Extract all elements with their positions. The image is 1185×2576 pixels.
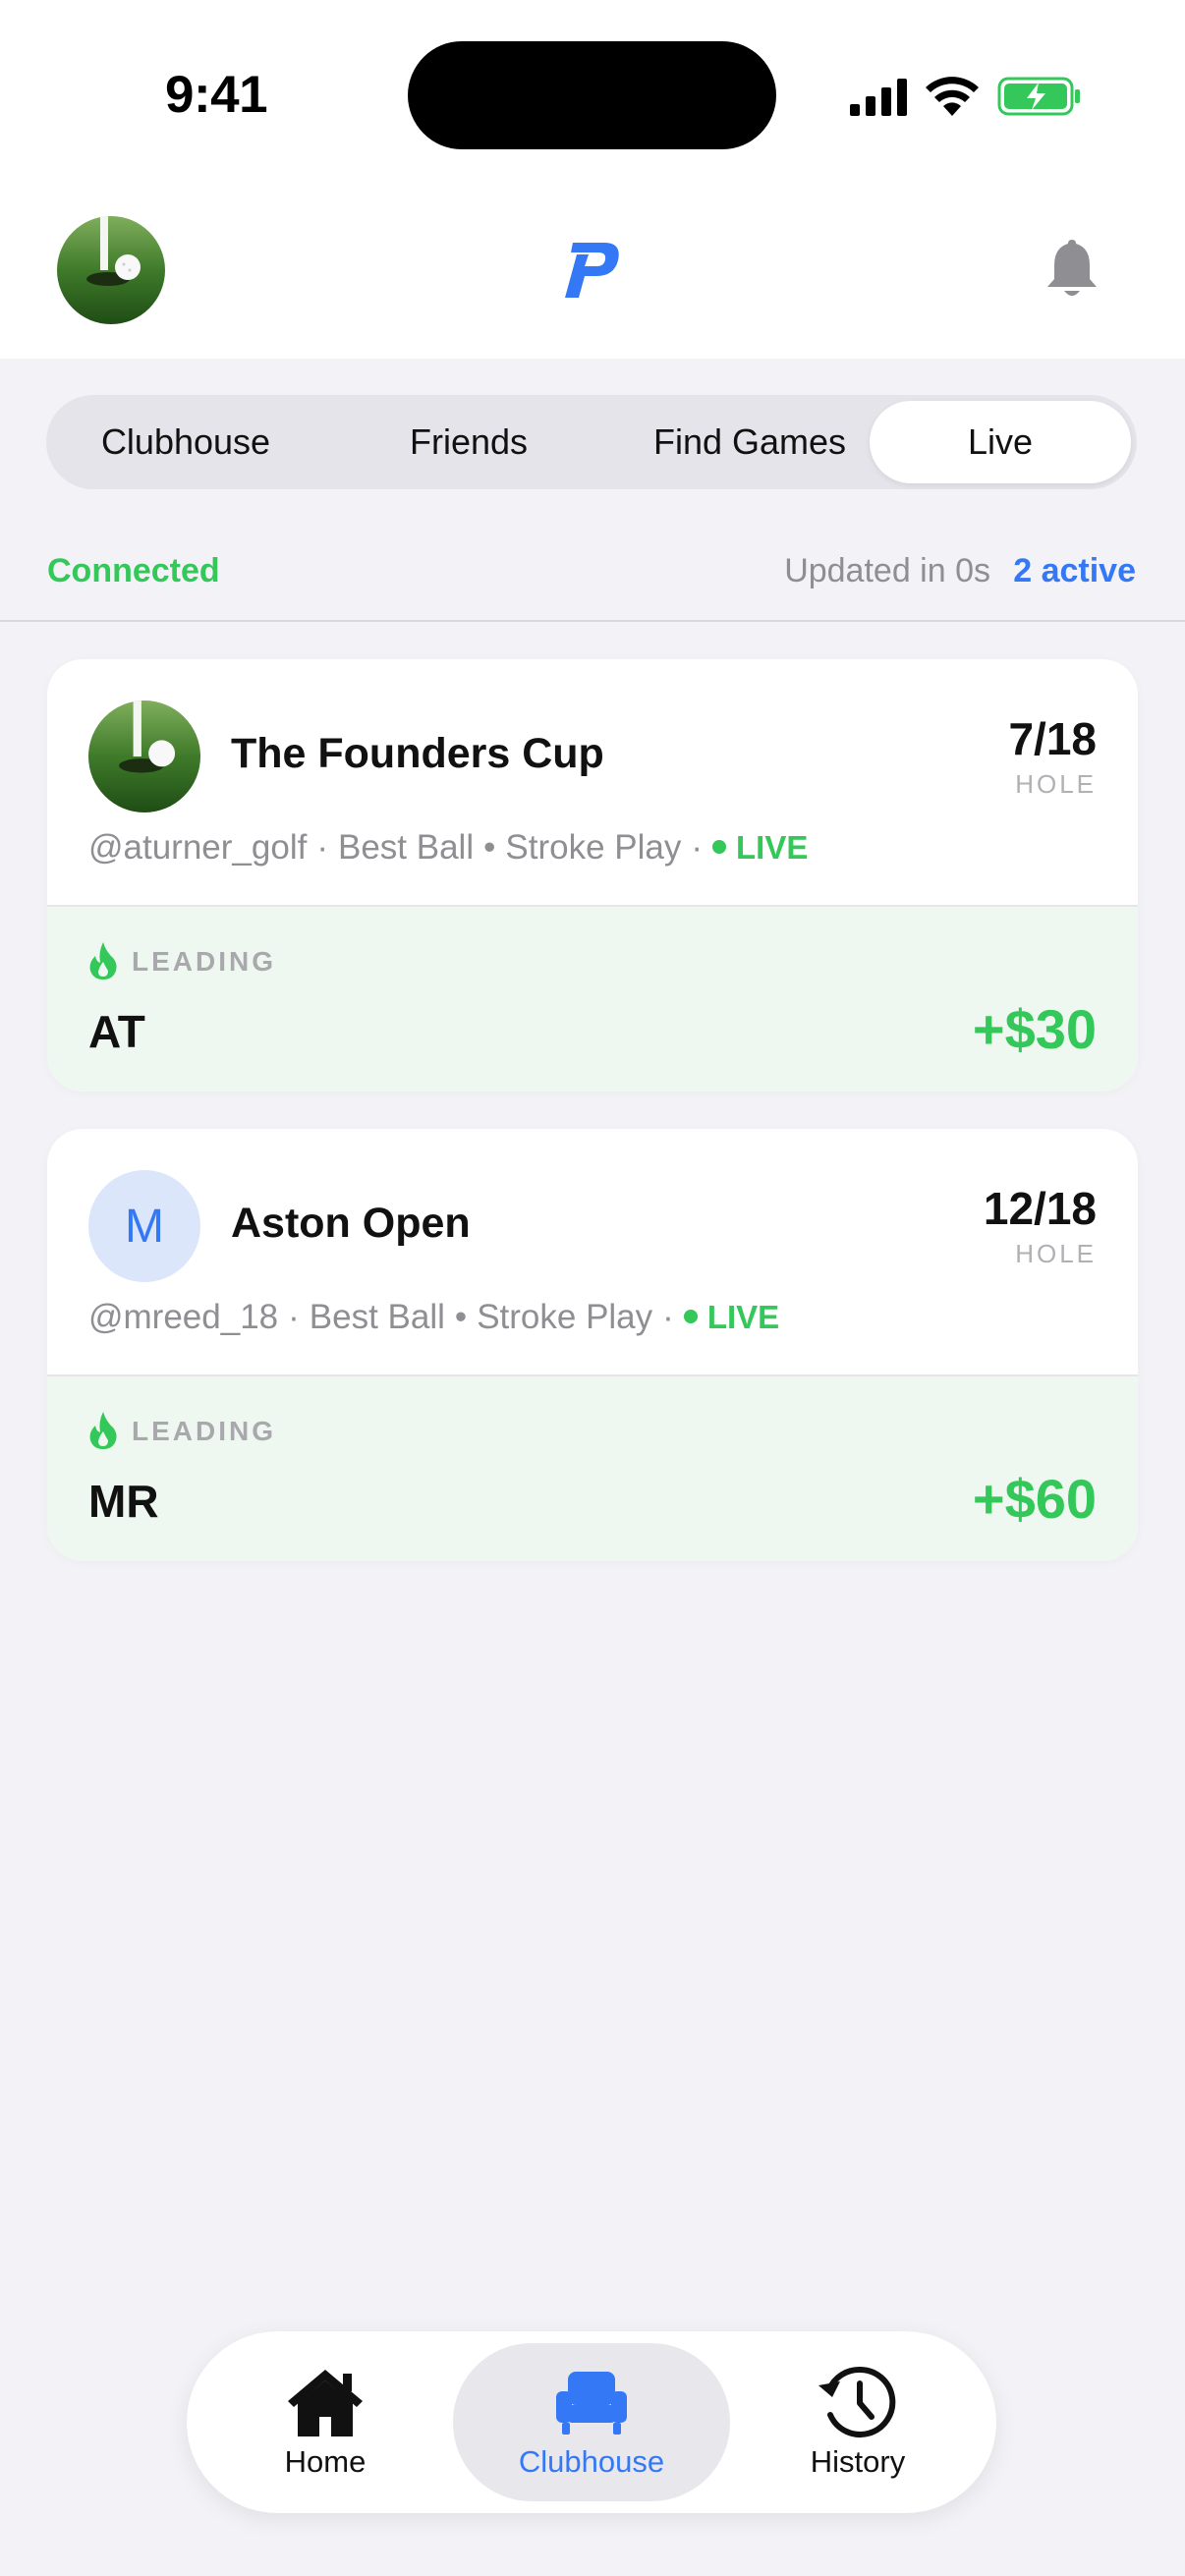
live-badge: LIVE	[736, 829, 809, 866]
game-avatar	[88, 700, 200, 812]
flame-icon	[89, 1412, 117, 1449]
wifi-icon	[926, 77, 979, 116]
nav-history-label: History	[810, 2443, 906, 2479]
game-title: The Founders Cup	[231, 730, 604, 777]
tab-clubhouse[interactable]: Clubhouse	[58, 401, 313, 483]
cellular-signal-icon	[850, 79, 907, 116]
game-meta: @mreed_18 · Best Ball • Stroke Play · LIVE	[88, 1298, 780, 1336]
nav-home-label: Home	[284, 2443, 367, 2479]
hole-label: HOLE	[1015, 1239, 1097, 1268]
history-icon	[818, 2366, 896, 2437]
updated-timer: Updated in 0s	[784, 552, 990, 589]
game-scoring: Stroke Play	[477, 1298, 653, 1336]
host-handle: @aturner_golf	[88, 828, 308, 867]
bottom-nav: Home Clubhouse History	[187, 2331, 996, 2513]
header-area: 9:41	[0, 0, 1185, 359]
game-avatar-initial: M	[88, 1170, 200, 1282]
golf-photo-icon	[88, 700, 200, 812]
game-title: Aston Open	[231, 1200, 471, 1247]
profile-avatar[interactable]	[57, 216, 165, 324]
hole-label: HOLE	[1015, 769, 1097, 799]
battery-charging-icon	[997, 77, 1080, 116]
hole-progress: 12/18	[983, 1183, 1097, 1234]
leading-panel: LEADING AT +$30	[47, 907, 1138, 1092]
dynamic-island	[408, 41, 776, 149]
tab-friends[interactable]: Friends	[341, 401, 596, 483]
leader-initials: MR	[88, 1476, 159, 1527]
leading-panel: LEADING MR +$60	[47, 1376, 1138, 1561]
live-dot-icon	[712, 839, 726, 854]
tab-find-games[interactable]: Find Games	[602, 401, 897, 483]
host-handle: @mreed_18	[88, 1298, 279, 1336]
game-meta: @aturner_golf · Best Ball • Stroke Play · LIVE	[88, 828, 809, 867]
status-time: 9:41	[165, 66, 268, 124]
tab-live[interactable]: Live	[870, 401, 1131, 483]
home-icon	[288, 2369, 363, 2436]
segment-tabs: Clubhouse Friends Find Games Live	[46, 395, 1137, 489]
game-format: Best Ball	[337, 828, 475, 867]
leading-amount: +$60	[972, 1468, 1097, 1530]
leading-amount: +$30	[972, 998, 1097, 1060]
hole-progress: 7/18	[1008, 713, 1097, 764]
live-dot-icon	[683, 1309, 698, 1323]
game-card[interactable]: M Aston Open 12/18 HOLE @mreed_18 · Best B…	[47, 1129, 1138, 1561]
live-badge: LIVE	[706, 1299, 780, 1335]
game-format: Best Ball	[309, 1298, 445, 1336]
golf-ball-photo-icon	[57, 216, 165, 324]
leader-initials: AT	[88, 1006, 145, 1057]
game-card[interactable]: The Founders Cup 7/18 HOLE @aturner_golf…	[47, 659, 1138, 1092]
nav-clubhouse[interactable]: Clubhouse	[453, 2343, 730, 2501]
connection-status: Connected	[47, 552, 220, 589]
game-scoring: Stroke Play	[505, 828, 682, 867]
flame-icon	[89, 942, 117, 980]
bell-icon[interactable]	[1042, 236, 1102, 301]
armchair-icon	[556, 2371, 627, 2435]
nav-home[interactable]: Home	[187, 2343, 464, 2501]
live-games-screen: 9:41 Clubhouse Friends Find Games Live C…	[0, 0, 1185, 2576]
leading-label: LEADING	[132, 946, 276, 977]
divider	[0, 620, 1185, 622]
nav-clubhouse-label: Clubhouse	[518, 2443, 665, 2479]
app-logo-icon[interactable]	[561, 241, 626, 300]
nav-history[interactable]: History	[719, 2343, 996, 2501]
active-games-count[interactable]: 2 active	[1013, 552, 1136, 590]
leading-label: LEADING	[132, 1416, 276, 1446]
